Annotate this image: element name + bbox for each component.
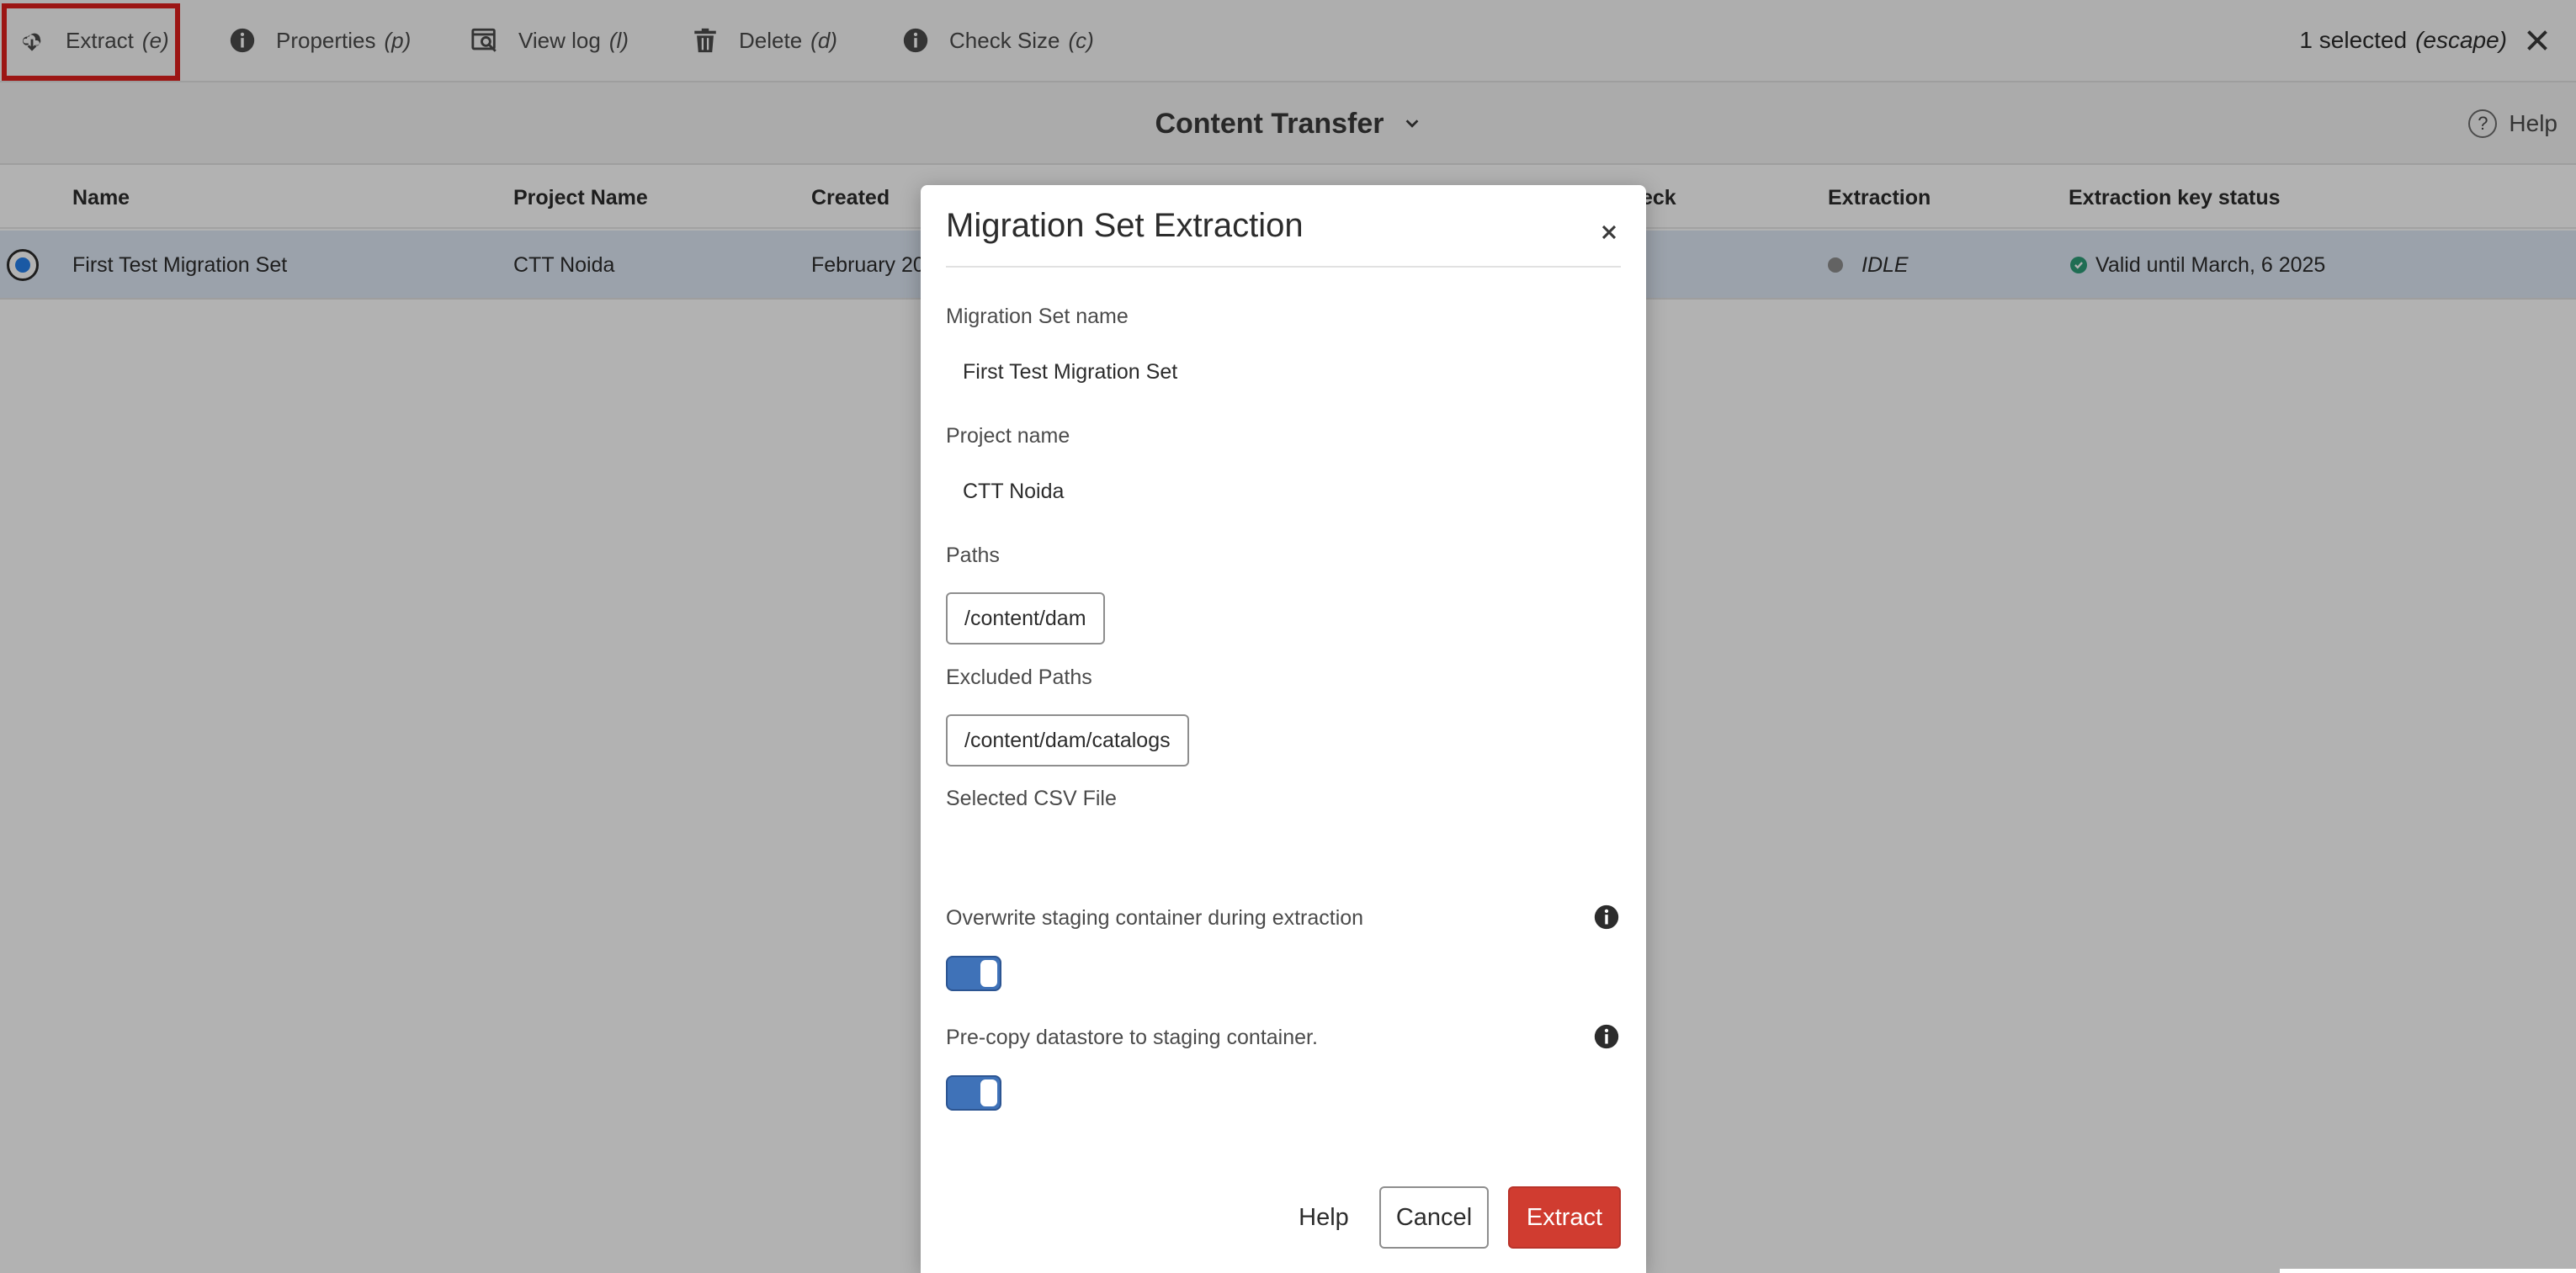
precopy-datastore-toggle[interactable] (946, 1075, 1001, 1111)
excluded-paths-label: Excluded Paths (946, 666, 1092, 689)
info-icon[interactable] (1592, 903, 1621, 931)
migration-set-name-value: First Test Migration Set (963, 360, 1178, 384)
selected-csv-file-label: Selected CSV File (946, 787, 1117, 810)
migration-set-name-label: Migration Set name (946, 305, 1129, 328)
project-name-value: CTT Noida (963, 480, 1065, 503)
help-button[interactable]: Help (1277, 1186, 1370, 1249)
extract-button[interactable]: Extract (1508, 1186, 1621, 1249)
path-tag[interactable]: /content/dam (946, 592, 1105, 644)
migration-set-extraction-dialog: Migration Set Extraction Migration Set n… (921, 185, 1646, 1273)
overwrite-staging-label: Overwrite staging container during extra… (946, 906, 1364, 930)
close-icon[interactable] (1597, 220, 1621, 244)
project-name-label: Project name (946, 424, 1070, 448)
precopy-datastore-label: Pre-copy datastore to staging container. (946, 1026, 1318, 1049)
cancel-button[interactable]: Cancel (1379, 1186, 1489, 1249)
info-icon[interactable] (1592, 1022, 1621, 1051)
dialog-divider (946, 266, 1621, 268)
dialog-title: Migration Set Extraction (946, 207, 1304, 244)
paths-label: Paths (946, 544, 1000, 567)
excluded-path-tag[interactable]: /content/dam/catalogs (946, 714, 1189, 766)
corner-panel (2280, 1269, 2576, 1273)
overwrite-staging-toggle[interactable] (946, 956, 1001, 991)
